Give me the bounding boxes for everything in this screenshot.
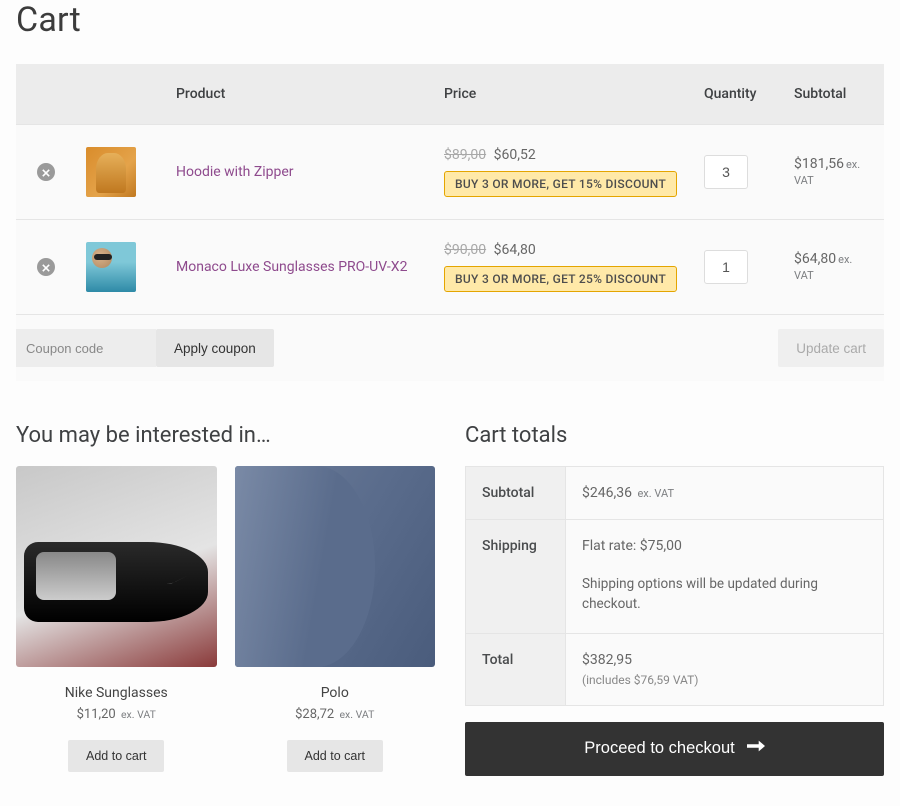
interest-product-name: Nike Sunglasses <box>16 685 217 701</box>
col-quantity-header: Quantity <box>694 64 784 125</box>
product-thumbnail[interactable] <box>86 242 136 292</box>
interest-card: Polo $28,72 ex. VAT Add to cart <box>235 466 436 772</box>
col-thumb-header <box>76 64 166 125</box>
page-title: Cart <box>16 0 884 40</box>
add-to-cart-button[interactable]: Add to cart <box>68 740 164 772</box>
update-cart-button[interactable]: Update cart <box>778 329 884 367</box>
cart-table: Product Price Quantity Subtotal Hoodie w… <box>16 64 884 381</box>
totals-table: Subtotal $246,36 ex. VAT Shipping Flat r… <box>465 466 884 706</box>
totals-includes-vat: (includes $76,59 VAT) <box>582 673 867 687</box>
price-new: $64,80 <box>494 242 536 258</box>
remove-item-button[interactable] <box>37 258 55 276</box>
swoosh-icon <box>166 570 188 580</box>
subtotal-value: $181,56 <box>794 156 844 172</box>
close-icon <box>42 165 50 180</box>
brand-text: NIKE <box>42 560 62 569</box>
product-link[interactable]: Monaco Luxe Sunglasses PRO-UV-X2 <box>176 259 407 275</box>
interest-card: NIKE Nike Sunglasses $11,20 ex. VAT Add … <box>16 466 217 772</box>
checkout-label: Proceed to checkout <box>584 739 734 758</box>
arrow-right-icon <box>747 739 765 758</box>
totals-section: Cart totals Subtotal $246,36 ex. VAT Shi… <box>465 423 884 776</box>
col-subtotal-header: Subtotal <box>784 64 884 125</box>
apply-coupon-button[interactable]: Apply coupon <box>156 329 274 367</box>
remove-item-button[interactable] <box>37 163 55 181</box>
close-icon <box>42 260 50 275</box>
totals-total-value: $382,95 <box>582 652 632 668</box>
product-link[interactable]: Hoodie with Zipper <box>176 164 294 180</box>
interest-product-price: $11,20 ex. VAT <box>16 707 217 722</box>
interest-section: You may be interested in… NIKE Nike Sung… <box>16 423 435 776</box>
subtotal-value: $64,80 <box>794 251 836 267</box>
cart-actions-row: Apply coupon Update cart <box>16 315 884 382</box>
shipping-note: Shipping options will be updated during … <box>582 574 867 615</box>
totals-total-label: Total <box>466 633 566 705</box>
product-thumbnail[interactable] <box>86 147 136 197</box>
interest-product-image[interactable]: NIKE <box>16 466 217 667</box>
quantity-input[interactable] <box>704 250 748 284</box>
interest-product-price: $28,72 ex. VAT <box>235 707 436 722</box>
interest-heading: You may be interested in… <box>16 423 435 448</box>
add-to-cart-button[interactable]: Add to cart <box>287 740 383 772</box>
totals-heading: Cart totals <box>465 423 884 448</box>
totals-shipping-label: Shipping <box>466 520 566 634</box>
interest-product-name: Polo <box>235 685 436 701</box>
price-old: $89,00 <box>444 147 486 163</box>
promo-badge: BUY 3 OR MORE, GET 15% DISCOUNT <box>444 171 677 197</box>
price-old: $90,00 <box>444 242 486 258</box>
price-new: $60,52 <box>494 147 536 163</box>
interest-product-image[interactable] <box>235 466 436 667</box>
proceed-to-checkout-button[interactable]: Proceed to checkout <box>465 722 884 776</box>
cart-row: Hoodie with Zipper $89,00 $60,52 BUY 3 O… <box>16 125 884 220</box>
promo-badge: BUY 3 OR MORE, GET 25% DISCOUNT <box>444 266 677 292</box>
totals-subtotal-value: $246,36 <box>582 485 632 501</box>
col-price-header: Price <box>434 64 694 125</box>
coupon-form: Apply coupon <box>16 329 274 367</box>
quantity-input[interactable] <box>704 155 748 189</box>
totals-subtotal-label: Subtotal <box>466 467 566 520</box>
coupon-input[interactable] <box>16 329 156 367</box>
totals-shipping-value: Flat rate: $75,00 <box>582 538 682 554</box>
col-product-header: Product <box>166 64 434 125</box>
cart-row: Monaco Luxe Sunglasses PRO-UV-X2 $90,00 … <box>16 220 884 315</box>
col-remove-header <box>16 64 76 125</box>
ex-vat-label: ex. VAT <box>637 487 674 500</box>
